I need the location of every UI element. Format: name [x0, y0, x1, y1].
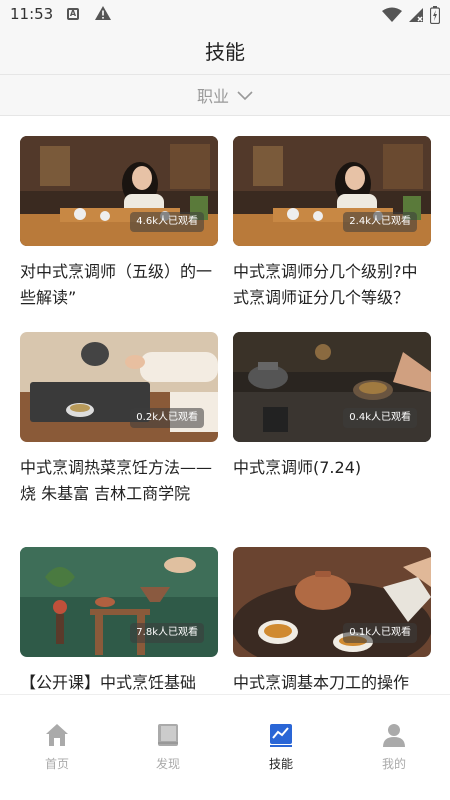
home-icon — [46, 724, 68, 746]
video-title[interactable]: 对中式烹调师（五级）的一些解读” — [20, 259, 218, 311]
book-icon — [158, 724, 178, 746]
tab-discover[interactable]: 发现 — [128, 721, 208, 772]
warning-icon — [94, 5, 112, 25]
filter-label: 职业 — [196, 87, 229, 106]
tab-skills[interactable]: 技能 — [241, 721, 321, 772]
video-card[interactable]: 4.6k人已观看 对中式烹调师（五级）的一些解读” — [20, 136, 218, 307]
video-title[interactable]: 中式烹调师(7.24) — [233, 455, 431, 481]
status-bar: 11:53 A — [0, 0, 450, 30]
view-count-badge: 0.2k人已观看 — [130, 408, 204, 428]
video-title[interactable]: 中式烹调热菜烹饪方法——烧 朱基富 吉林工商学院 — [20, 455, 218, 507]
view-count-badge: 4.6k人已观看 — [130, 212, 204, 232]
chevron-down-icon — [237, 86, 253, 105]
video-card[interactable]: 0.1k人已观看 中式烹调基本刀工的操作 — [233, 547, 431, 692]
video-title[interactable]: 【公开课】中式烹饪基础 — [20, 670, 218, 694]
video-card[interactable]: 7.8k人已观看 【公开课】中式烹饪基础 — [20, 547, 218, 692]
video-title[interactable]: 中式烹调基本刀工的操作 — [233, 670, 431, 694]
video-card[interactable]: 0.4k人已观看 中式烹调师(7.24) — [233, 332, 431, 477]
view-count-badge: 7.8k人已观看 — [130, 623, 204, 643]
tab-home[interactable]: 首页 — [17, 721, 97, 772]
tab-label: 技能 — [268, 757, 293, 771]
video-thumbnail[interactable]: 0.2k人已观看 — [20, 332, 218, 442]
video-thumbnail[interactable]: 0.4k人已观看 — [233, 332, 431, 442]
tab-profile[interactable]: 我的 — [354, 721, 434, 772]
chart-icon — [270, 724, 292, 747]
video-thumbnail[interactable]: 7.8k人已观看 — [20, 547, 218, 657]
wifi-icon — [382, 7, 402, 27]
tab-label: 发现 — [155, 757, 180, 771]
tab-label: 首页 — [44, 757, 69, 771]
app-header: 技能 — [0, 30, 450, 74]
view-count-badge: 0.4k人已观看 — [343, 408, 417, 428]
video-title[interactable]: 中式烹调师分几个级别?中式烹调师证分几个等级？ — [233, 259, 431, 311]
video-thumbnail[interactable]: 4.6k人已观看 — [20, 136, 218, 246]
signal-icon — [408, 7, 424, 27]
category-filter[interactable]: 职业 — [0, 74, 450, 116]
video-thumbnail[interactable]: 0.1k人已观看 — [233, 547, 431, 657]
user-icon — [383, 724, 405, 747]
video-card[interactable]: 2.4k人已观看 中式烹调师分几个级别?中式烹调师证分几个等级？ — [233, 136, 431, 307]
view-count-badge: 2.4k人已观看 — [343, 212, 417, 232]
battery-icon — [429, 6, 441, 28]
bottom-tab-bar: 首页 发现 技能 我的 — [0, 694, 450, 800]
tab-label: 我的 — [381, 757, 406, 771]
video-grid: 4.6k人已观看 对中式烹调师（五级）的一些解读” 2.4k人已观看 中式烹调师… — [0, 116, 450, 694]
video-card[interactable]: 0.2k人已观看 中式烹调热菜烹饪方法——烧 朱基富 吉林工商学院 — [20, 332, 218, 503]
page-title: 技能 — [205, 40, 245, 64]
video-thumbnail[interactable]: 2.4k人已观看 — [233, 136, 431, 246]
status-time: 11:53 — [10, 5, 54, 23]
view-count-badge: 0.1k人已观看 — [343, 623, 417, 643]
accessibility-icon: A — [67, 8, 79, 20]
